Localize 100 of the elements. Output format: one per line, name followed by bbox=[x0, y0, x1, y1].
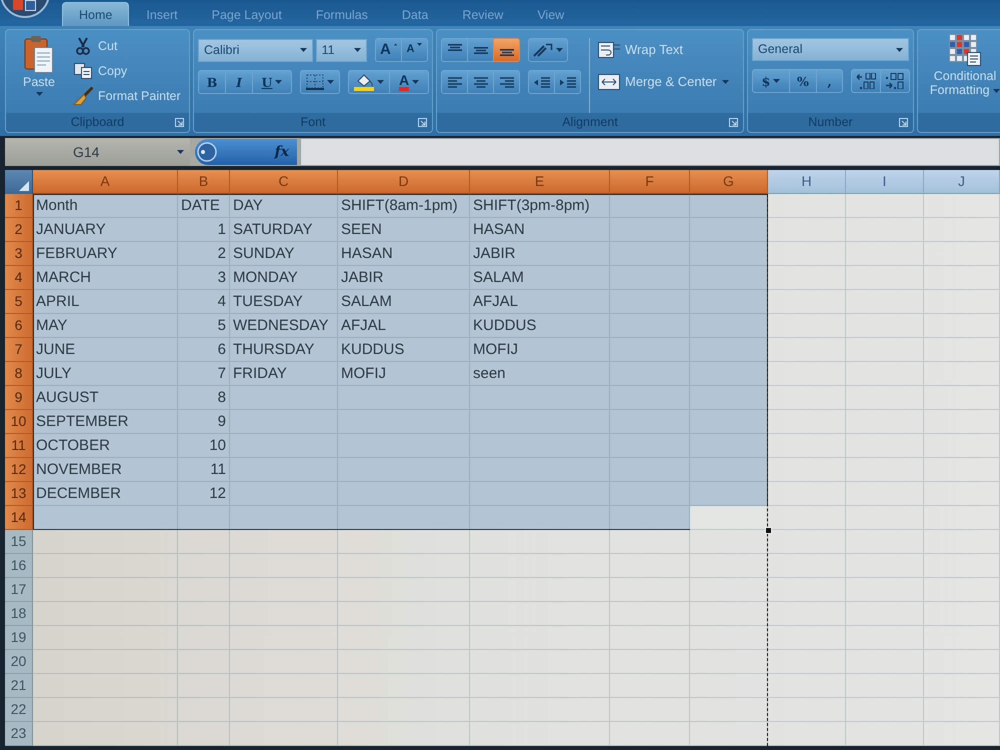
decrease-indent-button[interactable] bbox=[528, 70, 555, 94]
align-left-button[interactable] bbox=[441, 70, 468, 94]
column-header[interactable]: C bbox=[230, 170, 338, 194]
wrap-text-button[interactable]: Wrap Text bbox=[598, 38, 729, 62]
ribbon-tab[interactable]: Home bbox=[62, 2, 130, 26]
column-header[interactable]: A bbox=[33, 170, 178, 194]
insert-function-button[interactable]: fx bbox=[272, 144, 291, 160]
align-right-icon bbox=[500, 76, 514, 88]
conditional-formatting-button[interactable]: Conditional Formatting bbox=[922, 34, 1000, 97]
row-header[interactable]: 20 bbox=[5, 650, 33, 674]
row-header[interactable]: 19 bbox=[5, 626, 33, 650]
column-header[interactable]: B bbox=[178, 170, 230, 194]
column-header[interactable]: E bbox=[470, 170, 610, 194]
column-header[interactable]: H bbox=[768, 170, 846, 194]
currency-button[interactable]: $ bbox=[752, 69, 790, 93]
align-center-icon bbox=[474, 76, 488, 88]
ribbon-tab[interactable]: Data bbox=[384, 2, 446, 26]
increase-decimal-button[interactable] bbox=[851, 69, 881, 93]
select-all-button[interactable] bbox=[5, 170, 33, 194]
table-cell: THURSDAY bbox=[230, 338, 338, 362]
caret-icon bbox=[36, 92, 42, 96]
row-header[interactable]: 21 bbox=[5, 674, 33, 698]
ribbon-tab[interactable]: Page Layout bbox=[194, 2, 299, 26]
row-header[interactable]: 1 bbox=[5, 194, 33, 218]
ribbon-tab[interactable]: Review bbox=[445, 2, 520, 26]
row-header[interactable]: 10 bbox=[5, 410, 33, 434]
caret-icon bbox=[722, 80, 729, 84]
fill-color-button[interactable] bbox=[348, 70, 390, 94]
row-header[interactable]: 7 bbox=[5, 338, 33, 362]
decrease-decimal-button[interactable] bbox=[880, 69, 910, 93]
table-cell: seen bbox=[470, 362, 610, 386]
triangle-up-icon bbox=[394, 43, 397, 46]
format-painter-button[interactable]: Format Painter bbox=[72, 85, 181, 107]
underline-button[interactable]: U bbox=[252, 70, 292, 94]
active-cell[interactable] bbox=[690, 506, 768, 530]
row-header[interactable]: 15 bbox=[5, 530, 33, 554]
ribbon-tab[interactable]: Insert bbox=[129, 2, 195, 26]
column-header[interactable]: I bbox=[846, 170, 924, 194]
cut-button[interactable]: Cut bbox=[72, 35, 181, 57]
align-top-button[interactable] bbox=[441, 38, 468, 62]
row-header[interactable]: 9 bbox=[5, 386, 33, 410]
round-handle-icon bbox=[197, 142, 217, 162]
table-cell: 1 bbox=[178, 218, 230, 242]
align-center-button[interactable] bbox=[467, 70, 494, 94]
row-header[interactable]: 18 bbox=[5, 602, 33, 626]
table-cell bbox=[178, 722, 230, 746]
row-header[interactable]: 4 bbox=[5, 266, 33, 290]
number-format-field[interactable]: General bbox=[752, 38, 909, 61]
row-header[interactable]: 8 bbox=[5, 362, 33, 386]
row-header[interactable]: 5 bbox=[5, 290, 33, 314]
row-header[interactable]: 17 bbox=[5, 578, 33, 602]
name-box[interactable]: G14 bbox=[5, 138, 190, 166]
percent-button[interactable]: % bbox=[789, 69, 817, 93]
color-grid-icon bbox=[949, 34, 981, 66]
row-header[interactable]: 12 bbox=[5, 458, 33, 482]
table-cell bbox=[178, 530, 230, 554]
paste-button[interactable]: Paste bbox=[14, 35, 64, 113]
align-bottom-button[interactable] bbox=[493, 38, 520, 62]
caret-icon bbox=[354, 48, 361, 52]
row-header[interactable]: 14 bbox=[5, 506, 33, 530]
ribbon-tab[interactable]: Formulas bbox=[298, 2, 385, 26]
borders-button[interactable] bbox=[300, 70, 340, 94]
table-cell: SATURDAY bbox=[230, 218, 338, 242]
ribbon-tab[interactable]: View bbox=[520, 2, 582, 26]
comma-button[interactable]: , bbox=[816, 69, 843, 93]
paintbrush-icon bbox=[73, 87, 93, 105]
row-header[interactable]: 13 bbox=[5, 482, 33, 506]
font-size-field[interactable]: 11 bbox=[316, 38, 367, 62]
row-header[interactable]: 2 bbox=[5, 218, 33, 242]
row-header[interactable]: 3 bbox=[5, 242, 33, 266]
caret-icon bbox=[377, 80, 384, 84]
row-header[interactable]: 6 bbox=[5, 314, 33, 338]
formula-input[interactable] bbox=[300, 138, 1000, 166]
row-header[interactable]: 23 bbox=[5, 722, 33, 746]
row-header[interactable]: 16 bbox=[5, 554, 33, 578]
merge-center-button[interactable]: Merge & Center bbox=[598, 70, 729, 94]
column-header[interactable]: J bbox=[924, 170, 1000, 194]
table-cell: DECEMBER bbox=[33, 482, 178, 506]
row-header[interactable]: 22 bbox=[5, 698, 33, 722]
orientation-button[interactable] bbox=[528, 38, 568, 62]
grow-font-button[interactable]: A bbox=[375, 38, 402, 62]
italic-button[interactable]: I bbox=[225, 70, 253, 94]
align-right-button[interactable] bbox=[493, 70, 520, 94]
bold-button[interactable]: B bbox=[198, 70, 226, 94]
increase-indent-button[interactable] bbox=[554, 70, 581, 94]
column-header[interactable]: G bbox=[690, 170, 768, 194]
align-middle-button[interactable] bbox=[467, 38, 494, 62]
row-header[interactable]: 11 bbox=[5, 434, 33, 458]
table-cell: 7 bbox=[178, 362, 230, 386]
copy-button[interactable]: Copy bbox=[72, 60, 181, 82]
font-name-field[interactable]: Calibri bbox=[198, 38, 313, 62]
shrink-font-button[interactable]: A bbox=[401, 38, 428, 62]
caret-icon bbox=[896, 48, 903, 52]
column-header[interactable]: D bbox=[338, 170, 470, 194]
decrease-indent-icon bbox=[534, 76, 550, 88]
column-header[interactable]: F bbox=[610, 170, 690, 194]
table-cell: 10 bbox=[178, 434, 230, 458]
table-cell: MOFIJ bbox=[338, 362, 470, 386]
fill-handle-icon[interactable] bbox=[765, 527, 772, 534]
font-color-button[interactable]: A bbox=[389, 70, 429, 94]
